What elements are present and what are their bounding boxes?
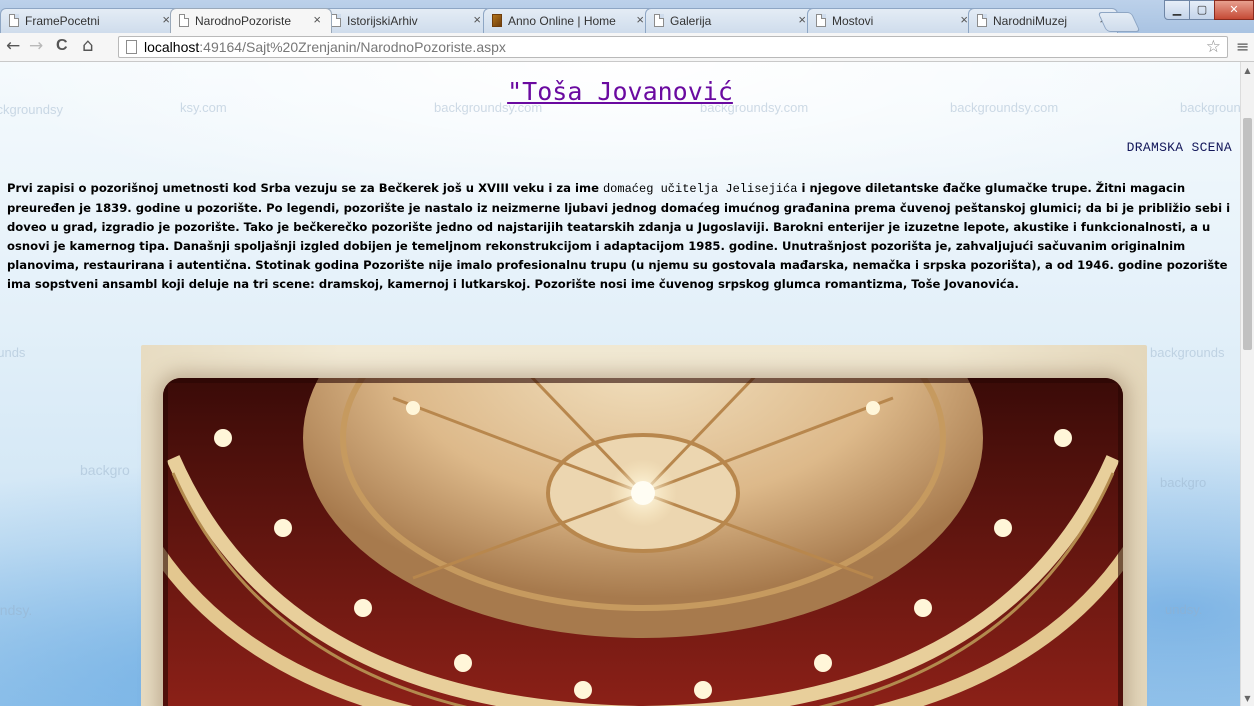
theatre-interior-illustration — [163, 378, 1123, 706]
tab-mostovi[interactable]: Mostovi × — [807, 8, 979, 33]
scrollbar-thumb[interactable] — [1243, 118, 1252, 350]
browser-toolbar: ← → C ⌂ localhost:49164/Sajt%20Zrenjanin… — [0, 33, 1254, 62]
maximize-button[interactable]: ▢ — [1189, 0, 1215, 20]
watermark-text: undsy. — [1165, 602, 1203, 617]
page-icon — [654, 14, 664, 27]
tab-close-icon[interactable]: × — [313, 12, 321, 27]
home-icon[interactable]: ⌂ — [82, 35, 93, 56]
paragraph-text: Prvi zapisi o pozorišnoj umetnosti kod S… — [7, 181, 603, 195]
tab-narodni-muzej[interactable]: NarodniMuzej × — [968, 8, 1118, 33]
page-icon — [126, 40, 137, 54]
tab-close-icon[interactable]: × — [960, 12, 968, 27]
tab-close-icon[interactable]: × — [798, 12, 806, 27]
page-title-link[interactable]: "Toša Jovanović — [507, 77, 733, 106]
tab-frame-pocetni[interactable]: FramePocetni × — [0, 8, 181, 33]
menu-icon[interactable]: ≡ — [1236, 37, 1249, 56]
url-path: :49164/Sajt%20Zrenjanin/NarodnoPozoriste… — [199, 39, 506, 55]
tab-label: NarodniMuzej — [993, 14, 1068, 28]
tab-close-icon[interactable]: × — [473, 12, 481, 27]
forward-arrow-icon[interactable]: → — [29, 36, 43, 56]
url-host: localhost — [144, 39, 200, 55]
tab-label: NarodnoPozoriste — [195, 14, 292, 28]
page-title: "Toša Jovanović — [0, 77, 1240, 106]
page-icon — [179, 14, 189, 27]
vertical-scrollbar[interactable]: ▲ ▼ — [1240, 62, 1254, 706]
tab-narodno-pozoriste[interactable]: NarodnoPozoriste × — [170, 8, 332, 33]
watermark-text: backgrounds — [1150, 345, 1225, 360]
minimize-button[interactable]: ▁ — [1164, 0, 1190, 20]
page-viewport: backgroundsy ksy.com backgroundsy.com ba… — [0, 62, 1240, 706]
page-icon — [331, 14, 341, 27]
watermark-text: ounds — [0, 345, 26, 360]
theatre-photo-frame — [141, 345, 1147, 706]
watermark-text: undsy. — [0, 602, 33, 618]
section-subheading: DRAMSKA SCENA — [1126, 140, 1232, 155]
watermark-text: backgro — [80, 462, 130, 478]
back-arrow-icon[interactable]: ← — [6, 36, 20, 56]
anno-icon — [492, 14, 502, 27]
tab-label: IstorijskiArhiv — [347, 14, 418, 28]
scroll-down-arrow-icon[interactable]: ▼ — [1241, 694, 1254, 703]
tab-label: FramePocetni — [25, 14, 100, 28]
watermark-text: backgro — [1160, 475, 1207, 490]
close-window-button[interactable]: ✕ — [1214, 0, 1254, 20]
theatre-interior-photo — [163, 378, 1123, 706]
tab-anno-online[interactable]: Anno Online | Home p × — [483, 8, 655, 33]
address-bar[interactable]: localhost:49164/Sajt%20Zrenjanin/Narodno… — [118, 36, 1228, 58]
intro-paragraph: Prvi zapisi o pozorišnoj umetnosti kod S… — [7, 179, 1235, 294]
tab-close-icon[interactable]: × — [162, 12, 170, 27]
tab-istorijski-arhiv[interactable]: IstorijskiArhiv × — [322, 8, 492, 33]
tab-label: Anno Online | Home p — [508, 14, 616, 28]
url-text: localhost:49164/Sajt%20Zrenjanin/Narodno… — [144, 39, 506, 55]
reload-icon[interactable]: C — [56, 37, 68, 55]
tab-label: Mostovi — [832, 14, 874, 28]
bookmark-star-icon[interactable]: ☆ — [1206, 37, 1221, 57]
paragraph-mono-text: domaćeg učitelja Jelisejića — [602, 182, 798, 196]
scroll-up-arrow-icon[interactable]: ▲ — [1241, 66, 1254, 75]
page-icon — [9, 14, 19, 27]
page-icon — [816, 14, 826, 27]
paragraph-text: i njegove diletantske đačke glumačke tru… — [7, 181, 1231, 291]
tab-close-icon[interactable]: × — [636, 12, 644, 27]
tab-strip: FramePocetni × NarodnoPozoriste × Istori… — [0, 0, 1254, 33]
page-icon — [977, 14, 987, 27]
tab-label: Galerija — [670, 14, 712, 28]
tab-galerija[interactable]: Galerija × — [645, 8, 817, 33]
